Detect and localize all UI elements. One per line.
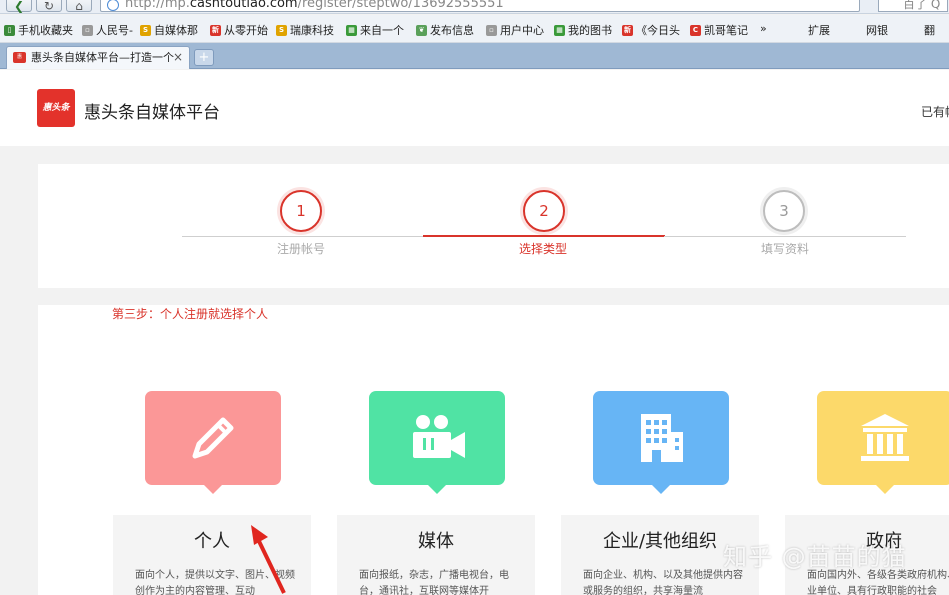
step-hint: 第三步：个人注册就选择个人 — [112, 307, 269, 321]
tab-active[interactable]: 惠 惠头条自媒体平台—打造一个 × — [6, 46, 190, 69]
extensions-button[interactable]: 扩展 — [808, 22, 830, 38]
site-title: 惠头条自媒体平台 — [84, 103, 220, 123]
annotation-arrow-icon — [251, 525, 286, 594]
step-1-label: 注册帐号 — [276, 242, 325, 256]
phone-icon: ▯ — [4, 24, 15, 36]
type-government-icon-box — [817, 391, 949, 494]
type-enterprise-desc: 面向企业、机构、以及其他提供内容或服务的组织，共享海量流 — [583, 570, 743, 595]
bookmark-label: 人民号- — [96, 24, 133, 37]
step-connector — [664, 236, 906, 237]
bookmark-item[interactable]: ▫ 人民号- — [82, 22, 133, 38]
netbank-button[interactable]: 网银 — [866, 22, 888, 38]
bookmark-item[interactable]: C 凯哥笔记 — [690, 22, 748, 38]
type-media-icon-box — [369, 391, 505, 494]
step-connector-active — [423, 235, 665, 237]
grid-icon: ▦ — [346, 24, 357, 36]
bookmark-label: 《今日头 — [636, 24, 680, 37]
bookmark-label: 我的图书 — [568, 24, 612, 37]
news-icon: 新 — [622, 24, 633, 36]
bookmark-label: 瑞康科技 — [290, 24, 334, 37]
grid-icon: ▦ — [554, 24, 565, 36]
c-icon: C — [690, 24, 701, 36]
s-icon: S — [276, 24, 287, 36]
registration-steps: 1 注册帐号 2 选择类型 3 填写资料 — [38, 164, 949, 288]
login-link[interactable]: 已有帐 — [921, 103, 949, 120]
type-media-desc: 面向报纸，杂志，广播电视台，电台，通讯社，互联网等媒体开 — [359, 570, 509, 595]
video-camera-icon — [413, 415, 465, 458]
bookmark-label: 发布信息 — [430, 24, 474, 37]
bookmark-label: 从零开始 — [224, 24, 268, 37]
tab-strip: 惠 惠头条自媒体平台—打造一个 × + — [0, 43, 949, 69]
type-media[interactable]: 媒体 面向报纸，杂志，广播电视台，电台，通讯社，互联网等媒体开 — [337, 391, 535, 595]
site-logo[interactable]: 惠头条 — [37, 89, 75, 127]
bookmark-label: 自媒体那 — [154, 24, 198, 37]
type-individual-icon-box — [145, 391, 281, 494]
refresh-button[interactable]: ↻ — [36, 0, 62, 13]
bookmark-item[interactable]: ▯ 手机收藏夹 — [4, 22, 73, 38]
translate-button[interactable]: 翻 — [924, 22, 935, 38]
type-government-desc: 面向国内外、各级各类政府机构、事业单位、具有行政职能的社会 — [807, 570, 949, 595]
more-bookmarks-button[interactable]: » — [760, 22, 767, 35]
type-media-panel: 媒体 面向报纸，杂志，广播电视台，电台，通讯社，互联网等媒体开 — [337, 515, 535, 595]
bookmark-item[interactable]: 新《今日头 — [622, 22, 680, 38]
step-2-circle: 2 — [523, 190, 565, 232]
bookmark-label: 凯哥笔记 — [704, 24, 748, 37]
bookmark-item[interactable]: ▦ 来自一个 — [346, 22, 404, 38]
globe-icon — [107, 0, 119, 11]
back-button[interactable]: ❮ — [6, 0, 32, 13]
building-icon — [641, 414, 683, 462]
address-bar[interactable]: http://mp.cashtoutiao.com/register/stept… — [100, 0, 860, 12]
step-1-circle: 1 — [280, 190, 322, 232]
bookmark-item[interactable]: ❦ 发布信息 — [416, 22, 474, 38]
search-box[interactable]: 百了 Q — [878, 0, 948, 12]
type-enterprise-icon-box — [593, 391, 729, 494]
bookmark-item[interactable]: ▦ 我的图书 — [554, 22, 612, 38]
type-media-name: 媒体 — [418, 531, 454, 552]
step-2-label: 选择类型 — [518, 242, 567, 256]
step-3-label: 填写资料 — [760, 242, 809, 256]
news-icon: 新 — [210, 24, 221, 36]
bookmarks-bar: ▯ 手机收藏夹 ▫ 人民号- S 自媒体那新从零开始 S 瑞康科技 ▦ 来自一个 ❦ 发布信息 ▫ 用户中… — [0, 15, 949, 43]
bookmark-item[interactable]: ▫ 用户中心 — [486, 22, 544, 38]
site-favicon-icon: 惠 — [13, 52, 26, 63]
leaf-icon: ❦ — [416, 24, 427, 36]
page-icon: ▫ — [486, 24, 497, 36]
pencil-icon — [192, 417, 234, 459]
bookmark-item[interactable]: S 自媒体那 — [140, 22, 198, 38]
bookmark-label: 来自一个 — [360, 24, 404, 37]
page-icon: ▫ — [82, 24, 93, 36]
close-icon[interactable]: × — [173, 47, 183, 68]
step-connector — [182, 236, 424, 237]
watermark: 知乎 @苗苗的猫 — [723, 543, 907, 571]
bookmark-label: 手机收藏夹 — [18, 24, 73, 37]
bookmark-item[interactable]: 新从零开始 — [210, 22, 268, 38]
step-3-circle: 3 — [763, 190, 805, 232]
bookmark-item[interactable]: S 瑞康科技 — [276, 22, 334, 38]
bookmark-label: 用户中心 — [500, 24, 544, 37]
government-icon — [861, 414, 909, 461]
s-icon: S — [140, 24, 151, 36]
new-tab-button[interactable]: + — [194, 49, 214, 66]
site-header: 惠头条 惠头条自媒体平台 已有帐 — [0, 70, 949, 146]
home-button[interactable]: ⌂ — [66, 0, 92, 13]
browser-address-row: ❮ ↻ ⌂ http://mp.cashtoutiao.com/register… — [0, 0, 949, 14]
